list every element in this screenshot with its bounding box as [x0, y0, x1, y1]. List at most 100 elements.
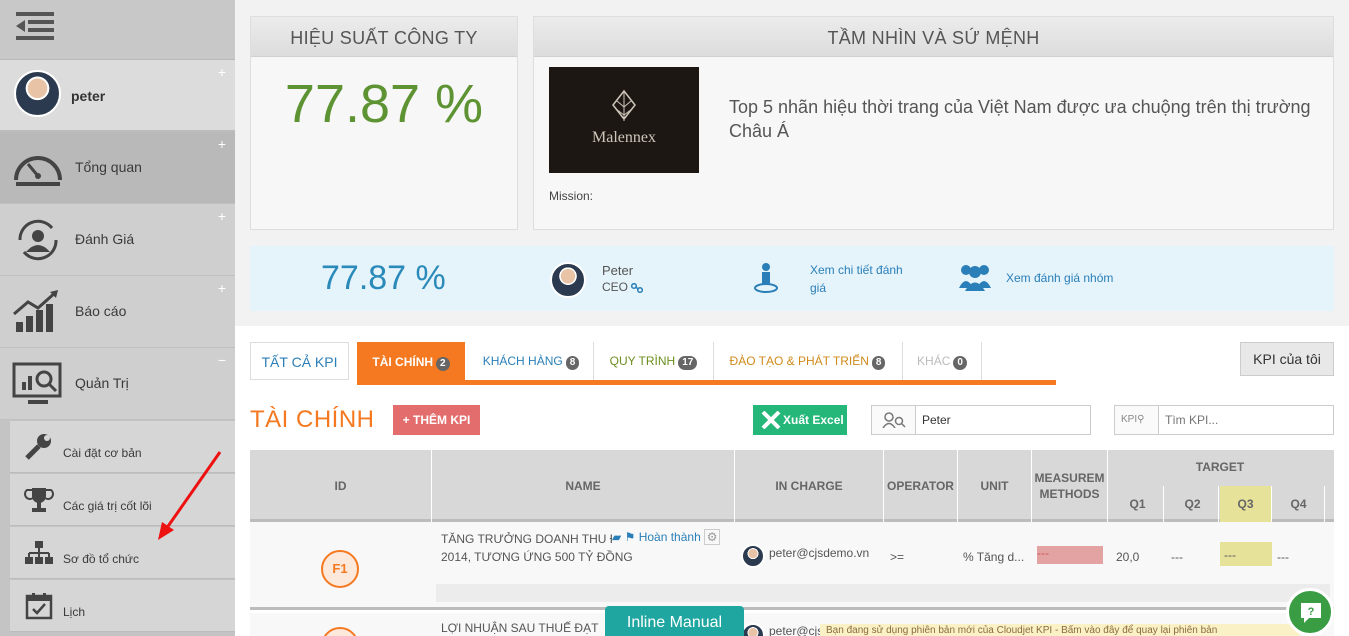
plus-icon[interactable]: +	[218, 64, 226, 80]
person-search-addon	[872, 406, 916, 434]
excel-icon	[761, 411, 781, 429]
sidebar-header	[0, 0, 235, 60]
comment-icon[interactable]: ▰	[612, 530, 621, 544]
user-role-label: CEO	[602, 280, 629, 294]
sidebar-item-label: Quản Trị	[75, 375, 129, 391]
sidebar-item-tong-quan[interactable]: Tổng quan +	[0, 132, 235, 204]
sidebar-item-label: Đánh Giá	[75, 231, 135, 247]
tab-count-badge: 0	[953, 356, 967, 370]
q2-cell[interactable]: ---	[1171, 550, 1183, 564]
mission-label: Mission:	[549, 189, 594, 203]
svg-text:?: ?	[1308, 606, 1315, 618]
row-expand-bar	[436, 584, 1330, 602]
tab-underline	[357, 380, 1056, 385]
col-target: TARGET	[1195, 460, 1245, 474]
in-charge-email[interactable]: peter@cjs	[769, 624, 823, 636]
kpi-search-input[interactable]	[1165, 406, 1325, 434]
measure-cell[interactable]: ---	[1037, 546, 1103, 564]
menu-collapse-icon[interactable]	[16, 11, 54, 41]
tab-all-kpi[interactable]: TẤT CẢ KPI	[250, 342, 349, 380]
chat-help-icon: ?	[1301, 603, 1321, 623]
tab-khach-hang[interactable]: KHÁCH HÀNG 8	[471, 342, 591, 380]
col-q4: Q4	[1273, 486, 1325, 522]
col-measure[interactable]: MEASUREM METHODS	[1032, 450, 1108, 522]
version-notice[interactable]: Bạn đang sử dụng phiên bản mới của Cloud…	[820, 624, 1300, 636]
kpi-search-addon: KPI⚲	[1115, 406, 1159, 434]
tab-label: ĐÀO TẠO & PHÁT TRIỂN	[729, 354, 869, 368]
link-icon[interactable]	[631, 282, 644, 293]
person-search-input[interactable]	[922, 406, 1082, 434]
plus-icon[interactable]: +	[218, 136, 226, 152]
sidebar-subitem-lich[interactable]: Lịch	[10, 580, 235, 632]
view-group-link[interactable]: Xem đánh giá nhóm	[1006, 269, 1146, 287]
kpi-table-header: ID NAME IN CHARGE OPERATOR UNIT MEASUREM…	[250, 450, 1334, 522]
sidebar-item-bao-cao[interactable]: Báo cáo +	[0, 276, 235, 348]
tab-count-badge: 8	[871, 356, 886, 370]
tab-quy-trinh[interactable]: QUY TRÌNH 17	[593, 342, 713, 380]
sidebar: peter + Tổng quan + Đánh Giá + Báo cáo +…	[0, 0, 235, 636]
plus-icon[interactable]: +	[218, 208, 226, 224]
kpi-search-addon-label: KPI	[1121, 414, 1138, 425]
tab-dao-tao[interactable]: ĐÀO TẠO & PHÁT TRIỂN 8	[713, 342, 901, 380]
wrench-icon	[25, 434, 51, 460]
col-operator[interactable]: OPERATOR	[884, 450, 958, 522]
org-chart-icon	[25, 541, 53, 564]
personal-performance-value: 77.87 %	[321, 259, 446, 297]
user-search-icon	[882, 412, 906, 428]
red-arrow-annotation	[158, 451, 222, 540]
table-row[interactable]: F1 TĂNG TRƯỞNG DOANH THU ĐẠT 20% SO VỚI …	[250, 522, 1334, 610]
col-name[interactable]: NAME	[432, 450, 735, 522]
kpi-panel: TẤT CẢ KPI TÀI CHÍNH 2 KHÁCH HÀNG 8 QUY TR…	[235, 326, 1349, 636]
status-flag-icon: ⚑	[624, 530, 636, 544]
kpi-name[interactable]: LỢI NHUẬN SAU THUẾ ĐẠT	[441, 621, 598, 635]
group-users-icon	[959, 265, 991, 291]
kpi-id-badge[interactable]: F1	[321, 550, 359, 588]
tab-khac[interactable]: KHÁC 0	[902, 342, 982, 380]
sidebar-item-label: Tổng quan	[75, 159, 142, 175]
export-excel-button[interactable]: Xuất Excel	[753, 405, 847, 435]
operator-cell: >=	[890, 550, 905, 564]
minus-icon[interactable]: −	[218, 352, 226, 368]
inline-manual-button[interactable]: Inline Manual	[605, 606, 744, 636]
in-charge-email[interactable]: peter@cjsdemo.vn	[769, 546, 869, 560]
sidebar-item-label: Báo cáo	[75, 303, 127, 319]
trophy-icon	[24, 488, 54, 512]
q4-cell[interactable]: ---	[1277, 550, 1289, 564]
my-kpi-button[interactable]: KPI của tôi	[1240, 342, 1334, 376]
tab-count-badge: 8	[565, 356, 580, 370]
company-performance-value: 77.87 %	[284, 74, 484, 134]
tab-label: KHÁCH HÀNG	[482, 354, 563, 368]
sidebar-item-danh-gia[interactable]: Đánh Giá +	[0, 204, 235, 276]
col-unit[interactable]: UNIT	[958, 450, 1032, 522]
sidebar-subitem-label: Sơ đồ tổ chức	[63, 552, 139, 566]
user-name: Peter	[602, 263, 634, 278]
kpi-id-badge[interactable]	[321, 627, 359, 636]
vision-text: Top 5 nhãn hiệu thời trang của Việt Nam …	[729, 97, 1311, 141]
tab-tai-chinh[interactable]: TÀI CHÍNH 2	[357, 342, 465, 380]
peter-avatar[interactable]	[550, 262, 586, 298]
tab-label: QUY TRÌNH	[609, 354, 676, 368]
kpi-search[interactable]: KPI⚲	[1114, 405, 1334, 435]
view-detail-link[interactable]: Xem chi tiết đánh giá	[810, 261, 920, 297]
sidebar-user[interactable]: peter +	[0, 60, 235, 132]
plus-icon[interactable]: +	[218, 280, 226, 296]
personal-performance-bar: 77.87 % Peter CEO Xem chi tiết đánh giá …	[250, 246, 1334, 311]
monitor-search-icon	[12, 362, 62, 404]
kpi-status-label: Hoàn thành	[638, 530, 701, 544]
col-q3: Q3	[1220, 486, 1272, 522]
help-chat-button[interactable]: ?	[1286, 588, 1334, 636]
dashboard-gauge-icon	[14, 156, 62, 186]
search-icon: ⚲	[1137, 414, 1145, 425]
vision-mission-card: TẦM NHÌN VÀ SỨ MỆNH Malennex Top 5 nhãn …	[533, 16, 1334, 230]
settings-gear-icon[interactable]: ⚙	[704, 529, 721, 545]
col-in-charge[interactable]: IN CHARGE	[735, 450, 884, 522]
col-q2: Q2	[1167, 486, 1219, 522]
q3-cell[interactable]: ---	[1220, 542, 1272, 566]
person-search[interactable]	[871, 405, 1091, 435]
q1-cell[interactable]: 20,0	[1116, 550, 1139, 564]
main-content: HIỆU SUẤT CÔNG TY 77.87 % TẦM NHÌN VÀ SỨ…	[235, 0, 1349, 636]
add-kpi-button[interactable]: + THÊM KPI	[393, 405, 480, 435]
kpi-status: ▰ ⚑ Hoàn thành ⚙	[612, 529, 730, 547]
col-id[interactable]: ID	[250, 450, 432, 522]
sidebar-item-quan-tri[interactable]: Quản Trị −	[0, 348, 235, 420]
